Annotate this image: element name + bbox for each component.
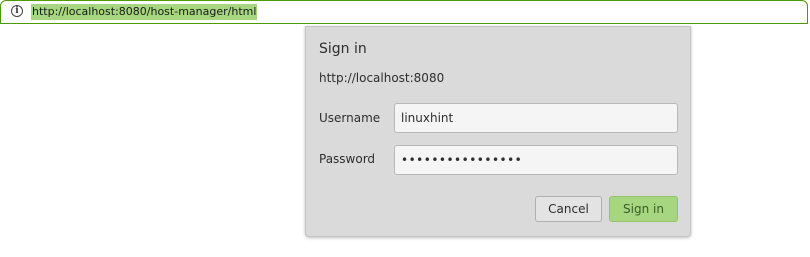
dialog-host: http://localhost:8080	[319, 71, 445, 85]
url-text[interactable]: http://localhost:8080/host-manager/html	[31, 4, 258, 20]
password-label: Password	[319, 152, 376, 166]
password-field[interactable]: ••••••••••••••••	[394, 145, 678, 175]
dialog-title: Sign in	[319, 41, 367, 57]
address-bar[interactable]: i http://localhost:8080/host-manager/htm…	[0, 0, 808, 24]
cancel-button[interactable]: Cancel	[535, 196, 602, 222]
sign-in-button[interactable]: Sign in	[609, 196, 678, 222]
username-label: Username	[319, 111, 381, 125]
username-field[interactable]: linuxhint	[394, 103, 678, 133]
info-icon[interactable]: i	[11, 5, 23, 17]
sign-in-dialog: Sign in http://localhost:8080 Username l…	[305, 26, 691, 237]
